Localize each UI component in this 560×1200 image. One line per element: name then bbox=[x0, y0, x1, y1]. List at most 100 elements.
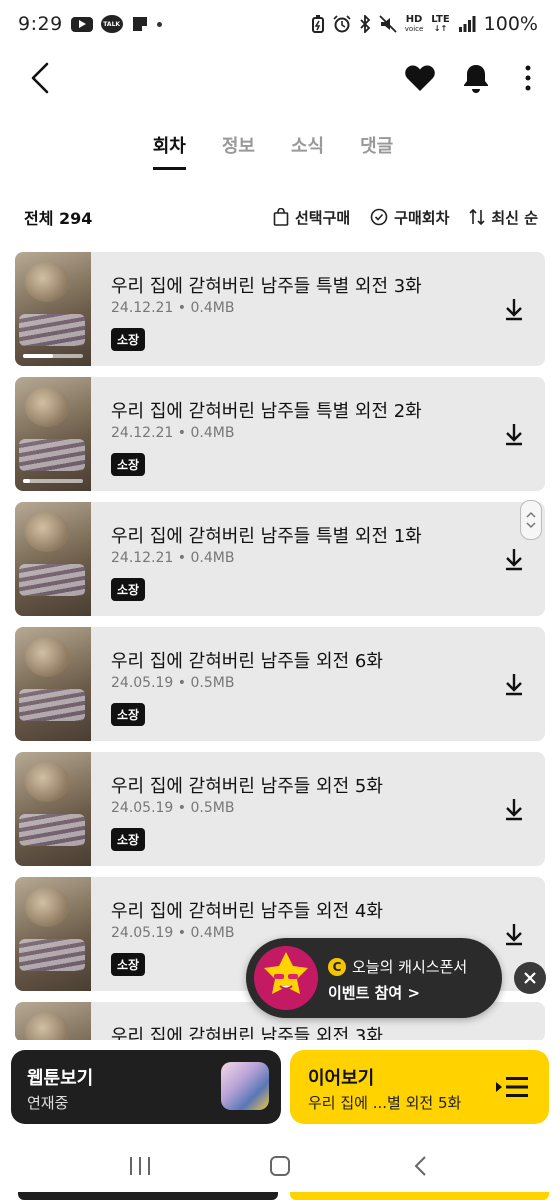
select-purchase-button[interactable]: 선택구매 bbox=[273, 207, 350, 228]
battery-level: 100% bbox=[483, 13, 538, 35]
tab-bar: 회차 정보 소식 댓글 bbox=[0, 126, 560, 170]
notification-button[interactable] bbox=[454, 56, 498, 100]
heart-icon bbox=[405, 65, 435, 91]
webtoon-cover-thumbnail bbox=[221, 1062, 269, 1110]
status-time: 9:29 bbox=[18, 13, 63, 35]
app-bar bbox=[0, 48, 560, 108]
close-icon bbox=[524, 972, 536, 984]
back-chevron-icon bbox=[414, 1156, 426, 1176]
status-bar: 9:29 TALK HD voice LTE ↓↑ 100% bbox=[0, 0, 560, 48]
episode-title: 우리 집에 갇혀버린 남주들 특별 외전 3화 bbox=[111, 276, 422, 297]
continue-reading-label: 이어보기 bbox=[308, 1068, 375, 1089]
tab-episodes[interactable]: 회차 bbox=[152, 126, 187, 170]
recent-apps-icon bbox=[130, 1157, 150, 1175]
select-purchase-label: 선택구매 bbox=[294, 208, 351, 227]
download-button[interactable] bbox=[501, 921, 527, 947]
read-progress-bar bbox=[23, 479, 83, 483]
download-button[interactable] bbox=[501, 296, 527, 322]
episode-meta: 24.12.21 • 0.4MB bbox=[111, 425, 235, 441]
fast-scroll-handle[interactable] bbox=[520, 500, 542, 540]
event-popup[interactable]: C 오늘의 캐시스폰서 이벤트 참여 > bbox=[246, 938, 502, 1018]
view-webtoon-button[interactable]: 웹툰보기 연재중 bbox=[11, 1050, 281, 1124]
download-button[interactable] bbox=[501, 671, 527, 697]
sort-button[interactable]: 최신 순 bbox=[469, 207, 538, 228]
episode-title: 우리 집에 갇혀버린 남주들 외전 3화 bbox=[111, 1026, 383, 1042]
episode-thumbnail bbox=[15, 752, 91, 866]
episode-title: 우리 집에 갇혀버린 남주들 외전 4화 bbox=[111, 901, 383, 922]
kakaotalk-icon: TALK bbox=[100, 15, 123, 33]
download-icon bbox=[506, 924, 522, 946]
back-button[interactable] bbox=[18, 56, 62, 100]
youtube-icon bbox=[70, 16, 93, 32]
note-icon bbox=[131, 15, 149, 33]
download-icon bbox=[506, 299, 522, 321]
download-icon bbox=[506, 549, 522, 571]
purchased-episodes-label: 구매회차 bbox=[394, 208, 450, 227]
battery-saver-icon bbox=[311, 15, 325, 33]
purchased-episodes-button[interactable]: 구매회차 bbox=[370, 207, 449, 228]
episode-row[interactable]: 우리 집에 갇혀버린 남주들 특별 외전 2화 24.12.21 • 0.4MB… bbox=[15, 377, 545, 491]
view-webtoon-label: 웹툰보기 bbox=[27, 1068, 94, 1089]
episode-row[interactable]: 우리 집에 갇혀버린 남주들 외전 6화 24.05.19 • 0.5MB 소장 bbox=[15, 627, 545, 741]
tab-comments[interactable]: 댓글 bbox=[360, 126, 393, 166]
download-button[interactable] bbox=[501, 546, 527, 572]
episode-title: 우리 집에 갇혀버린 남주들 특별 외전 2화 bbox=[111, 401, 422, 422]
popup-title: 오늘의 캐시스폰서 bbox=[352, 958, 468, 976]
download-icon bbox=[506, 799, 522, 821]
episode-thumbnail bbox=[15, 627, 91, 741]
recent-apps-button[interactable] bbox=[120, 1146, 160, 1186]
back-arrow-icon bbox=[31, 62, 49, 94]
serialization-status: 연재중 bbox=[27, 1094, 69, 1112]
download-button[interactable] bbox=[501, 796, 527, 822]
episode-title: 우리 집에 갇혀버린 남주들 외전 6화 bbox=[111, 651, 383, 672]
tab-news[interactable]: 소식 bbox=[291, 126, 324, 166]
episode-meta: 24.05.19 • 0.5MB bbox=[111, 675, 235, 691]
popup-cta[interactable]: 이벤트 참여 > bbox=[328, 982, 420, 1003]
tab-info[interactable]: 정보 bbox=[222, 126, 255, 166]
scroll-updown-icon bbox=[526, 511, 536, 529]
episode-thumbnail bbox=[15, 1002, 91, 1042]
episode-row[interactable]: 우리 집에 갇혀버린 남주들 특별 외전 3화 24.12.21 • 0.4MB… bbox=[15, 252, 545, 366]
playlist-icon bbox=[496, 1077, 528, 1097]
owned-badge: 소장 bbox=[111, 828, 146, 851]
episode-thumbnail bbox=[15, 377, 91, 491]
owned-badge: 소장 bbox=[111, 453, 146, 476]
episode-meta: 24.05.19 • 0.5MB bbox=[111, 800, 235, 816]
download-button[interactable] bbox=[501, 421, 527, 447]
continue-episode-title: 우리 집에 ...별 외전 5화 bbox=[308, 1094, 462, 1112]
continue-reading-button[interactable]: 이어보기 우리 집에 ...별 외전 5화 bbox=[290, 1050, 549, 1124]
episode-title: 우리 집에 갇혀버린 남주들 외전 5화 bbox=[111, 776, 383, 797]
more-options-button[interactable] bbox=[508, 56, 548, 100]
read-progress-bar bbox=[23, 354, 83, 358]
cash-coin-icon: C bbox=[328, 957, 346, 976]
episode-thumbnail bbox=[15, 877, 91, 991]
popup-close-button[interactable] bbox=[514, 962, 546, 994]
sort-arrows-icon bbox=[469, 208, 485, 226]
episode-row[interactable]: 우리 집에 갇혀버린 남주들 특별 외전 1화 24.12.21 • 0.4MB… bbox=[15, 502, 545, 616]
mute-icon bbox=[379, 15, 397, 33]
bell-icon bbox=[464, 65, 488, 93]
alarm-icon bbox=[333, 15, 351, 33]
system-back-button[interactable] bbox=[400, 1146, 440, 1186]
total-count: 전체 294 bbox=[24, 209, 93, 228]
notification-dot-icon bbox=[156, 21, 162, 27]
lte-icon: LTE ↓↑ bbox=[431, 14, 450, 34]
bottom-edge bbox=[0, 1192, 560, 1200]
episode-thumbnail bbox=[15, 252, 91, 366]
favorite-button[interactable] bbox=[398, 56, 442, 100]
episode-thumbnail bbox=[15, 502, 91, 616]
episode-row[interactable]: 우리 집에 갇혀버린 남주들 외전 5화 24.05.19 • 0.5MB 소장 bbox=[15, 752, 545, 866]
signal-icon bbox=[458, 15, 476, 33]
more-vertical-icon bbox=[525, 65, 531, 91]
bottom-action-bar: 웹툰보기 연재중 이어보기 우리 집에 ...별 외전 5화 bbox=[0, 1040, 560, 1136]
owned-badge: 소장 bbox=[111, 328, 146, 351]
system-nav-bar bbox=[0, 1140, 560, 1192]
bluetooth-icon bbox=[359, 15, 371, 33]
home-button[interactable] bbox=[260, 1146, 300, 1186]
episode-list: 우리 집에 갇혀버린 남주들 특별 외전 3화 24.12.21 • 0.4MB… bbox=[15, 252, 545, 1053]
episode-meta: 24.05.19 • 0.4MB bbox=[111, 925, 235, 941]
owned-badge: 소장 bbox=[111, 953, 146, 976]
mascot-icon bbox=[254, 946, 318, 1010]
hd-voice-icon: HD voice bbox=[404, 13, 424, 33]
download-icon bbox=[506, 424, 522, 446]
